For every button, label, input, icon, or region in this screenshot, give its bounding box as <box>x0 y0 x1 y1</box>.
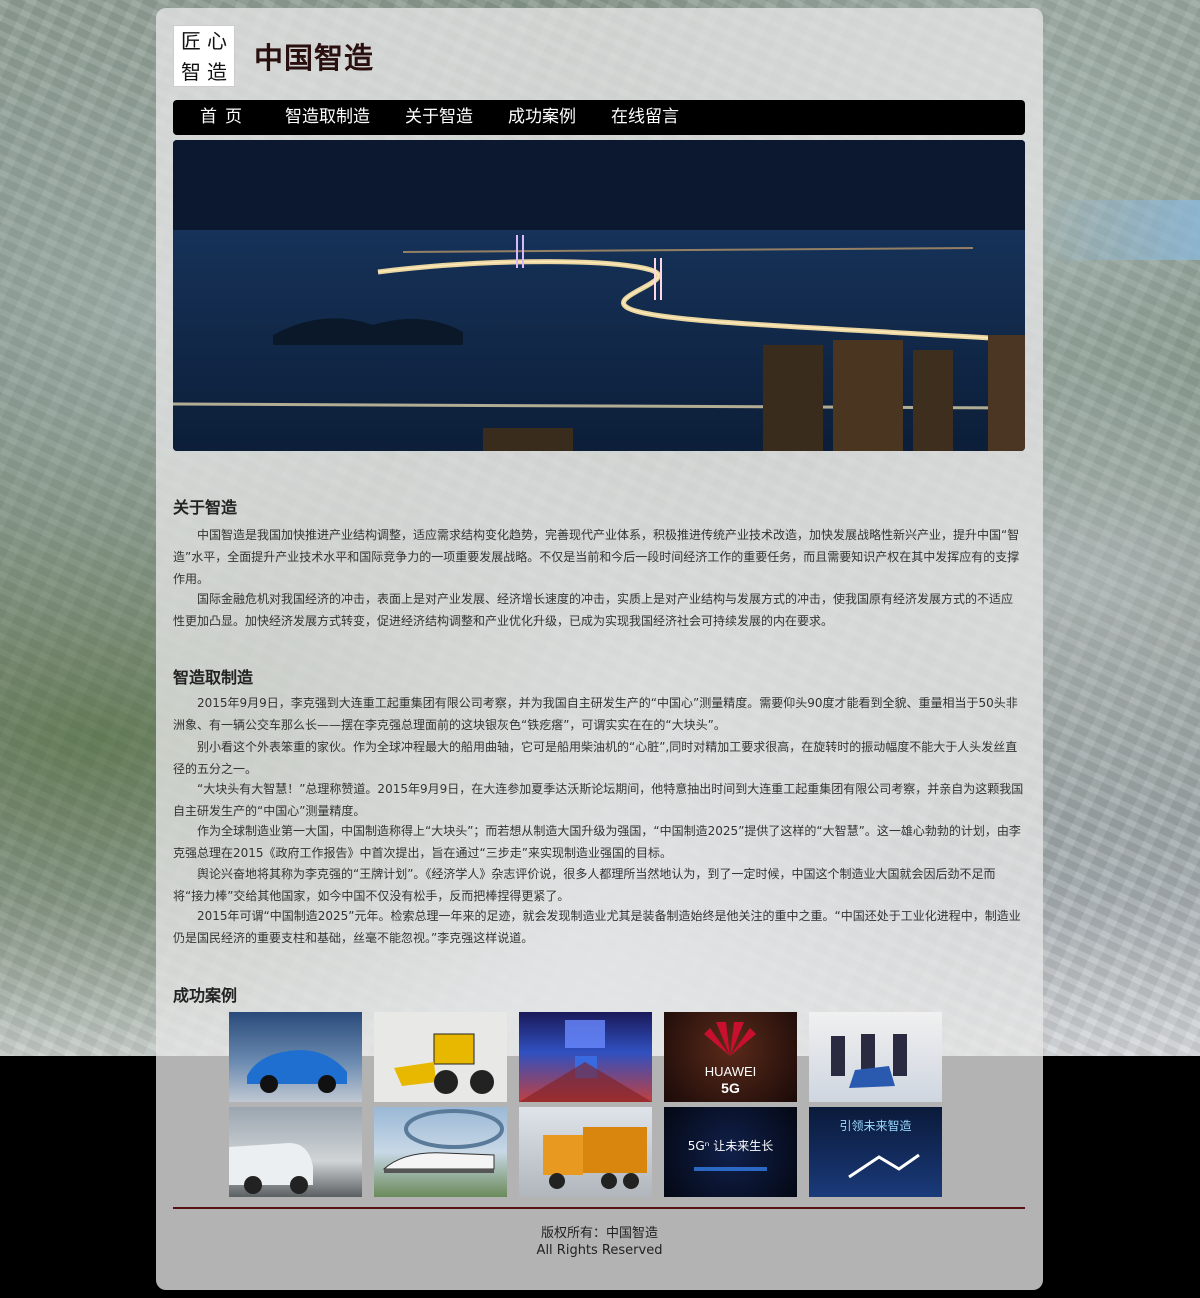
about-paragraph: 中国智造是我国加快推进产业结构调整，适应需求结构变化趋势，完善现代产业体系，积极… <box>173 528 1020 586</box>
case-thumb-loader[interactable] <box>374 1012 507 1102</box>
nav-item-cases[interactable]: 成功案例 <box>508 100 576 135</box>
banner-image-bridge-night <box>173 140 1025 451</box>
huawei-5g-text: 5G <box>721 1080 740 1096</box>
logo-char: 匠 <box>181 28 201 53</box>
case-thumb-monorail[interactable] <box>374 1107 507 1197</box>
cases-section-title: 成功案例 <box>173 986 238 1005</box>
huawei-brand-text: HUAWEI <box>704 1064 757 1079</box>
background-river <box>1040 200 1200 260</box>
zhizao-paragraph: 作为全球制造业第一大国，中国制造称得上“大块头”；而若想从制造大国升级为强国，“… <box>173 824 1021 860</box>
bridge-night-illustration <box>173 140 1025 451</box>
page-container: 匠 心 智 造 中国智造 首页 智造取制造 关于智造 成功案例 在线留言 关于智… <box>156 8 1043 1290</box>
zhizao-paragraph: 舆论兴奋地将其称为李克强的“王牌计划”。《经济学人》杂志评价说，很多人都理所当然… <box>173 867 996 903</box>
case-thumb-truck[interactable] <box>519 1107 652 1197</box>
about-section-title: 关于智造 <box>173 498 238 517</box>
nav-item-zhizao[interactable]: 智造取制造 <box>285 100 370 135</box>
case-thumb-parking[interactable] <box>229 1107 362 1197</box>
footer-divider <box>173 1207 1025 1209</box>
nav-item-message[interactable]: 在线留言 <box>611 100 679 135</box>
zhizao-paragraph: “大块头有大智慧！”总理称赞道。2015年9月9日，在大连参加夏季达沃斯论坛期间… <box>173 782 1024 818</box>
logo-char: 造 <box>207 59 227 84</box>
footer-copyright: 版权所有：中国智造 <box>540 1226 658 1241</box>
header: 匠 心 智 造 中国智造 <box>173 25 1023 89</box>
zhizao-section-title: 智造取制造 <box>173 668 254 687</box>
site-title: 中国智造 <box>254 41 375 75</box>
about-paragraph: 国际金融危机对我国经济的冲击，表面上是对产业发展、经济增长速度的冲击，实质上是对… <box>173 592 1014 628</box>
footer-rights: All Rights Reserved <box>536 1243 663 1258</box>
nav-item-home[interactable]: 首页 <box>200 100 250 135</box>
case-thumb-5g-event[interactable]: 5Gⁿ 让未来生长 <box>664 1107 797 1197</box>
zhizao-paragraph: 2015年可谓“中国制造2025”元年。检索总理一年来的足迹，就会发现制造业尤其… <box>173 909 1021 945</box>
zhizao-paragraph: 2015年9月9日，李克强到大连重工起重集团有限公司考察，并为我国自主研发生产的… <box>173 696 1018 732</box>
case-thumb-press[interactable] <box>809 1012 942 1102</box>
main-nav: 首页 智造取制造 关于智造 成功案例 在线留言 <box>173 100 1025 135</box>
case-thumb-smart-event[interactable]: 引领未来智造 <box>809 1107 942 1197</box>
case-thumb-huawei[interactable]: HUAWEI 5G <box>664 1012 797 1102</box>
site-logo[interactable]: 匠 心 智 造 <box>173 25 235 87</box>
logo-char: 智 <box>181 59 201 84</box>
nav-item-about[interactable]: 关于智造 <box>405 100 473 135</box>
zhizao-paragraph: 别小看这个外表笨重的家伙。作为全球冲程最大的船用曲轴，它可是船用柴油机的“心脏”… <box>173 740 1018 776</box>
logo-char: 心 <box>207 28 227 53</box>
case-thumb-car-show[interactable] <box>229 1012 362 1102</box>
case-thumb-stage[interactable] <box>519 1012 652 1102</box>
